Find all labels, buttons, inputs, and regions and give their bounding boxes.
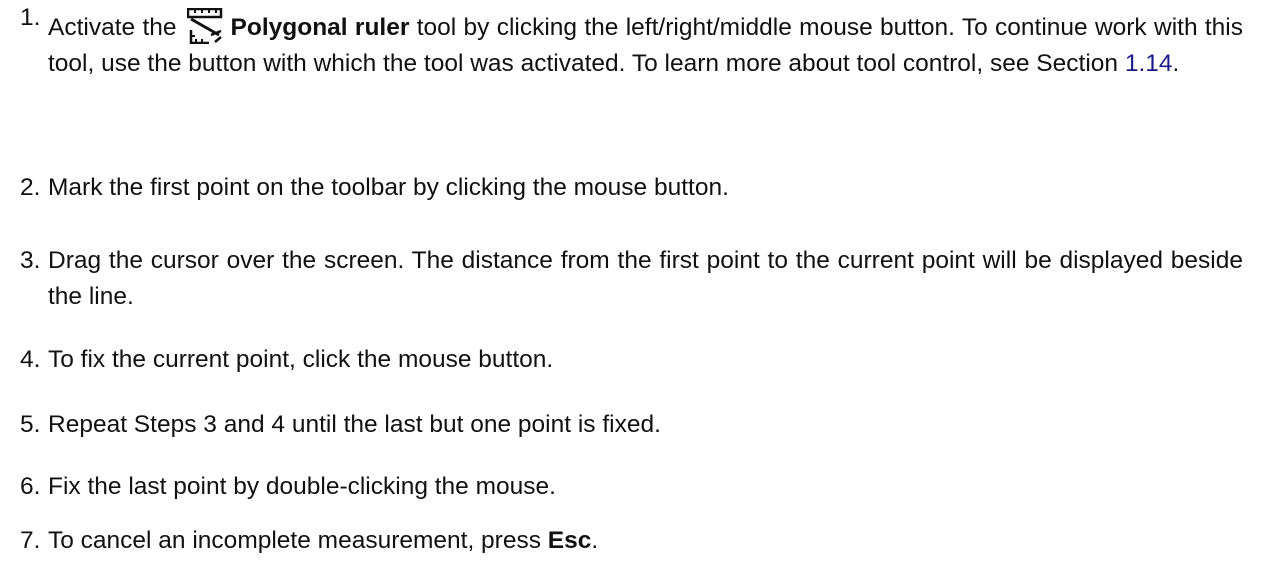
- step-number: 6.: [20, 473, 41, 500]
- step-number: 7.: [20, 527, 41, 554]
- step-number: 3.: [20, 247, 41, 274]
- key-name: Esc: [547, 527, 592, 554]
- step-text: To cancel an incomplete measurement, pre…: [48, 527, 548, 554]
- step-number: 2.: [20, 174, 41, 201]
- section-link[interactable]: 1.14: [1125, 50, 1173, 77]
- step-text: Mark the first point on the toolbar by c…: [48, 174, 729, 201]
- step-number: 4.: [20, 346, 41, 373]
- step-text: Repeat Steps 3 and 4 until the last but …: [48, 411, 661, 438]
- polygonal-ruler-icon: [186, 7, 223, 45]
- tool-name: Polygonal ruler: [230, 14, 410, 41]
- step-text: To fix the current point, click the mous…: [48, 346, 554, 373]
- step-text-continued: tool by clicking the left/right/middle m…: [48, 14, 1244, 77]
- step-end: .: [591, 527, 599, 554]
- step-text: Fix the last point by double-clicking th…: [48, 473, 556, 500]
- step-text: Drag the cursor over the screen. The dis…: [48, 247, 1243, 310]
- step-text: Activate the: [48, 14, 177, 41]
- step-end: .: [1172, 50, 1180, 77]
- step-number: 5.: [20, 411, 41, 438]
- step-number: 1.: [20, 4, 41, 31]
